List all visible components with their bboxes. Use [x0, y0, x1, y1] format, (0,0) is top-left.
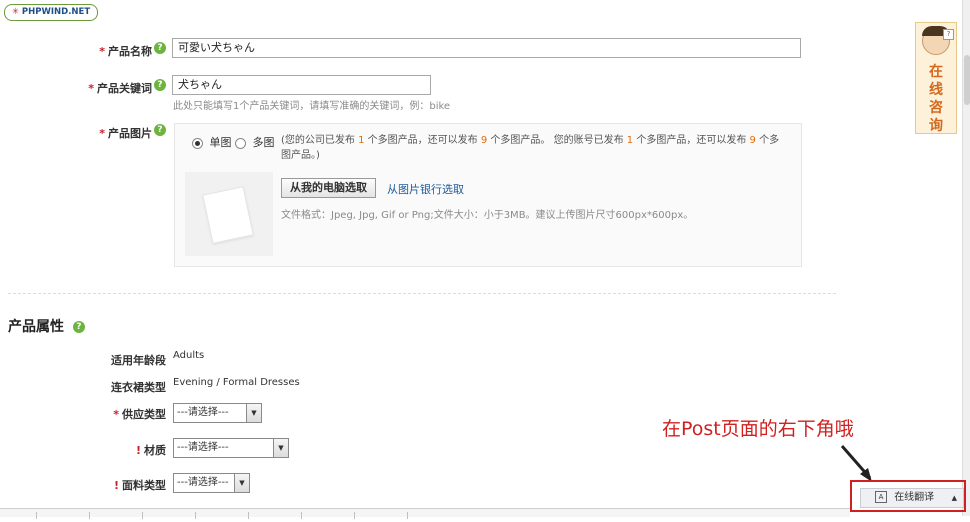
- keyword-hint: 此处只能填写1个产品关键词，请填写准确的关键词，例：bike: [173, 101, 451, 112]
- help-icon[interactable]: ?: [154, 79, 166, 91]
- section-divider: [8, 293, 836, 294]
- chevron-down-icon: ▼: [246, 404, 261, 422]
- dress-type-value: Evening / Formal Dresses: [173, 377, 300, 388]
- image-placeholder: [185, 172, 273, 256]
- vertical-scrollbar[interactable]: [962, 0, 970, 516]
- scrollbar-thumb[interactable]: [964, 55, 970, 105]
- product-keyword-label: * 产品关键词: [88, 82, 152, 95]
- help-icon[interactable]: ?: [72, 321, 85, 333]
- chat-icon: ?: [943, 29, 954, 40]
- material-label: ! 材质: [135, 444, 166, 457]
- product-name-label: * 产品名称: [99, 45, 152, 58]
- image-mode-single[interactable]: 单图: [192, 134, 232, 150]
- image-mode-multi[interactable]: 多图: [235, 134, 275, 150]
- fabric-type-label: ! 面料类型: [113, 479, 166, 492]
- material-select[interactable]: ---请选择--- ▼: [173, 438, 289, 458]
- fabric-type-select[interactable]: ---请选择--- ▼: [173, 473, 250, 493]
- logo-text: PHPWIND.NET: [21, 7, 91, 17]
- phpwind-logo: ✳ PHPWIND.NET: [4, 4, 98, 21]
- radio-multi[interactable]: [235, 137, 246, 149]
- select-from-image-bank-link[interactable]: 从图片银行选取: [387, 181, 464, 197]
- radio-single[interactable]: [192, 137, 203, 149]
- product-name-input[interactable]: 可愛い犬ちゃん: [172, 38, 801, 58]
- product-keyword-input[interactable]: 犬ちゃん: [172, 75, 431, 95]
- help-icon[interactable]: ?: [154, 124, 166, 136]
- product-image-label: * 产品图片: [99, 127, 152, 140]
- highlight-box: [850, 480, 966, 512]
- image-placeholder-icon: [202, 186, 254, 244]
- upload-from-computer-button[interactable]: 从我的电脑选取: [281, 178, 376, 198]
- logo-mark-icon: ✳: [11, 7, 19, 17]
- dress-type-label: 连衣裙类型: [111, 381, 166, 394]
- file-format-hint: 文件格式：Jpeg, Jpg, Gif or Png;文件大小：小于3MB。建议…: [281, 210, 694, 221]
- attributes-section-title: 产品属性 ?: [8, 316, 85, 336]
- age-range-label: 适用年龄段: [111, 354, 166, 367]
- multi-image-quota-text: (您的公司已发布 1 个多图产品，还可以发布 9 个多图产品。 您的账号已发布 …: [281, 135, 780, 161]
- online-consult-label: 在线咨询: [929, 64, 943, 134]
- age-range-value: Adults: [173, 350, 205, 361]
- help-icon[interactable]: ?: [154, 42, 166, 54]
- annotation-text: 在Post页面的右下角哦: [662, 418, 854, 440]
- supply-type-select[interactable]: ---请选择--- ▼: [173, 403, 262, 423]
- online-consult-widget[interactable]: ? 在线咨询: [915, 22, 957, 134]
- supply-type-label: * 供应类型: [113, 408, 166, 421]
- chevron-down-icon: ▼: [234, 474, 249, 492]
- chevron-down-icon: ▼: [273, 439, 288, 457]
